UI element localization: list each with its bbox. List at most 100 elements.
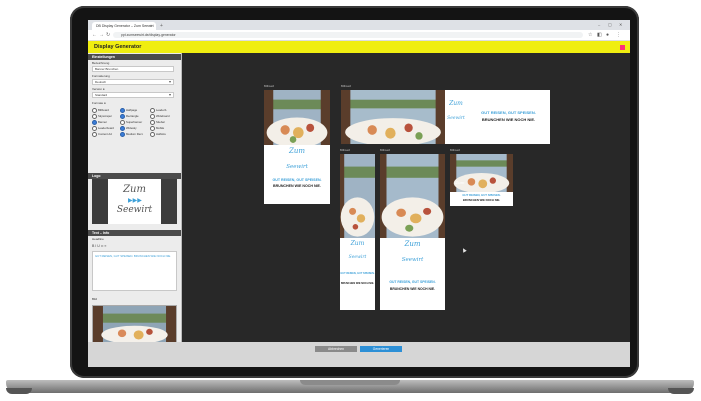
ad-banner-halfpage[interactable]: Zum Seewirt GUT REISEN, GUT SPEISEN. BRU… [264, 90, 330, 204]
laptop-foot-left [6, 388, 32, 394]
headline-textarea[interactable]: GUT REISEN, GUT SPEISEN. BRUNCHEN WIE NO… [92, 251, 177, 291]
brunch-photo [450, 154, 513, 192]
align-icon[interactable]: ≡ [104, 244, 106, 248]
brunch-photo-thumb [93, 306, 176, 344]
back-icon[interactable]: ← [92, 30, 97, 40]
radio-icon[interactable] [120, 114, 125, 119]
laptop-foot-right [668, 388, 694, 394]
maximize-icon[interactable]: ▢ [608, 21, 612, 29]
ad1-subline: BRUNCHEN WIE NOCH NIE. [273, 184, 321, 188]
format-option-label: Leaderboard [98, 126, 114, 131]
format-option-label: Medium Rect. [126, 132, 144, 137]
format-option[interactable]: Rectangle [120, 114, 139, 119]
radio-icon[interactable] [120, 108, 125, 113]
format-option[interactable]: Content Ad [92, 132, 112, 137]
format-select-value: Deutsch [95, 80, 107, 84]
app-header-badge[interactable] [620, 45, 625, 50]
settings-section-header[interactable]: Einstellungen [88, 54, 181, 60]
minimize-icon[interactable]: – [598, 21, 600, 29]
radio-icon[interactable] [120, 126, 125, 131]
radio-icon[interactable] [150, 114, 155, 119]
info-icon[interactable]: ● [103, 87, 105, 91]
reload-icon[interactable]: ↻ [106, 30, 110, 40]
radio-icon[interactable] [150, 126, 155, 131]
browser-tabbar [88, 20, 630, 30]
radio-icon[interactable] [120, 120, 125, 125]
format-option[interactable]: Halfsize [150, 132, 166, 137]
format-option[interactable]: Superbanner [120, 120, 142, 125]
format-option[interactable]: Banner [92, 120, 107, 125]
formats-label-text: Formate [92, 101, 104, 105]
logo-word-seewirt: Seewirt [116, 205, 153, 215]
cancel-button[interactable]: Abbrechen [315, 346, 357, 352]
underline-icon[interactable]: U [97, 244, 100, 248]
radio-icon[interactable] [92, 126, 97, 131]
image-thumbnail[interactable] [92, 305, 177, 345]
logo-image: Zum ▶▶▶ Seewirt [108, 179, 161, 224]
format-option[interactable]: Skyscraper [92, 114, 112, 119]
format-option[interactable]: Mobile [150, 126, 164, 131]
ad5-subline: BRUNCHEN WIE NOCH NIE. [462, 198, 501, 202]
format-option-label: Banner [98, 120, 108, 125]
radio-icon[interactable] [150, 132, 155, 137]
footer-bar [88, 342, 630, 367]
ad-banner-rectangle[interactable]: Zum GUT REISEN, GUT SPEISEN. BRUNCHEN WI… [450, 154, 513, 206]
ad2-photo [341, 90, 445, 144]
format-option[interactable]: Billboard [92, 108, 109, 113]
format-option[interactable]: Widesky [120, 126, 137, 131]
format-option[interactable]: Leaderb. [150, 108, 167, 113]
bookmark-star-icon[interactable]: ☆ [588, 30, 592, 40]
new-tab-icon[interactable]: + [160, 22, 163, 30]
close-tab-icon[interactable]: × [150, 22, 156, 30]
ad3-subline: BRUNCHEN WIE NOCH NIE. [340, 282, 375, 285]
version-select-value: Standard [95, 93, 108, 97]
extension-icon[interactable]: ◧ [597, 30, 602, 40]
ad3-logo-seewirt: Seewirt [348, 255, 367, 260]
address-bar[interactable]: ppt.zumseewirt.de/display-generator [113, 32, 583, 38]
settings-panel: Einstellungen Bezeichnung Banner Brunche… [88, 53, 182, 345]
ad4-logo-zum: Zum [404, 240, 421, 248]
radio-icon[interactable] [150, 120, 155, 125]
format-option[interactable]: Sitebar [150, 120, 165, 125]
menu-icon[interactable]: ⋮ [616, 30, 621, 40]
format-select[interactable]: Deutsch [92, 79, 174, 85]
ad-banner-billboard[interactable]: Zum Seewirt GUT REISEN, GUT SPEISEN. BRU… [341, 90, 550, 144]
ad2-logo-zum: Zum [449, 100, 463, 107]
forward-icon[interactable]: → [99, 30, 104, 40]
generate-button[interactable]: Generieren [360, 346, 402, 352]
window-close-icon[interactable]: ✕ [619, 21, 622, 29]
formats-info-icon[interactable]: ● [104, 101, 106, 105]
radio-icon[interactable] [92, 108, 97, 113]
name-label: Bezeichnung [92, 61, 110, 65]
text-section-header[interactable]: Text – Info [88, 230, 181, 236]
ad5-label: Billboard [450, 149, 461, 152]
ad1-logo-seewirt: Seewirt [286, 164, 308, 170]
ad3-label: Billboard [340, 149, 351, 152]
name-input[interactable]: Banner Brunchen [92, 66, 174, 72]
ad4-logo-seewirt: Seewirt [401, 257, 424, 263]
fish-icon: ▶▶▶ [128, 198, 142, 204]
profile-icon[interactable]: ● [606, 30, 609, 40]
ad-banner-skyscraper[interactable]: Zum Seewirt GUT REISEN, GUT SPEISEN. BRU… [340, 154, 375, 310]
format-option[interactable]: Halfpage [120, 108, 137, 113]
logo-preview[interactable]: Zum ▶▶▶ Seewirt [92, 179, 177, 224]
format-option[interactable]: Wideboard [150, 114, 170, 119]
image-label: Bild [92, 297, 98, 301]
ad3-photo [340, 154, 375, 238]
format-option[interactable]: Leaderboard [92, 126, 114, 131]
radio-icon[interactable] [92, 132, 97, 137]
radio-icon[interactable] [150, 108, 155, 113]
ad2-subline: BRUNCHEN WIE NOCH NIE. [481, 117, 536, 122]
format-option-label: Halfsize [156, 132, 166, 137]
radio-icon[interactable] [92, 114, 97, 119]
ad3-logo-zum: Zum [350, 240, 365, 247]
ad2-headline: GUT REISEN, GUT SPEISEN. [481, 110, 536, 115]
radio-icon[interactable] [92, 120, 97, 125]
format-option[interactable]: Medium Rect. [120, 132, 143, 137]
version-select[interactable]: Standard [92, 92, 174, 98]
browser-tab[interactable]: DB Display Generator – Zum Seewirt [92, 22, 156, 30]
link-icon[interactable]: ∞ [101, 244, 104, 248]
bold-icon[interactable]: B [92, 244, 94, 248]
radio-icon[interactable] [120, 132, 125, 137]
ad-banner-widesky[interactable]: Zum Seewirt GUT REISEN, GUT SPEISEN. BRU… [380, 154, 445, 310]
